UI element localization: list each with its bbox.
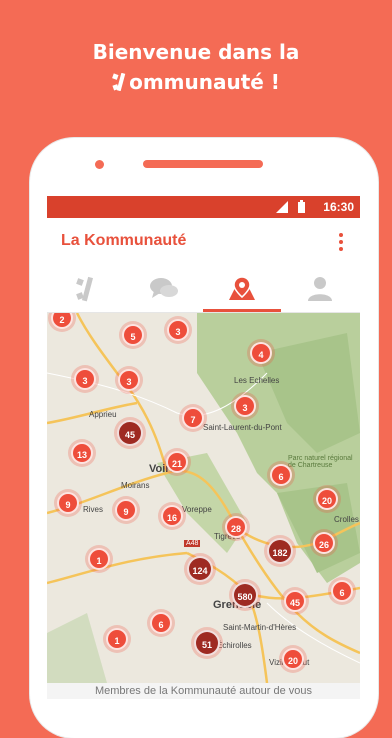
chat-bubbles-icon [150, 278, 178, 298]
map-cluster-marker[interactable]: 16 [161, 505, 183, 527]
map-cluster-marker[interactable]: 5 [122, 324, 144, 346]
place-label: Saint-Laurent-du-Pont [203, 423, 282, 432]
map-cluster-marker[interactable]: 6 [331, 580, 353, 602]
more-vert-icon[interactable] [338, 232, 344, 252]
place-label: Parc naturel régional de Chartreuse [288, 455, 353, 469]
map-cluster-marker[interactable]: 28 [225, 516, 247, 538]
map-pin-icon [229, 276, 255, 300]
place-label: Saint-Martin-d'Hères [223, 623, 297, 632]
status-time: 16:30 [323, 200, 354, 214]
map-cluster-marker[interactable]: 124 [187, 556, 213, 582]
map-cluster-marker[interactable]: 4 [250, 342, 272, 364]
place-label: Crolles [334, 515, 359, 524]
map-cluster-marker[interactable]: 3 [74, 368, 96, 390]
place-label: Moirans [121, 481, 150, 490]
map-cluster-marker[interactable]: 51 [194, 630, 220, 656]
phone-camera [95, 160, 104, 169]
place-label: Rives [83, 505, 104, 514]
map-cluster-marker[interactable]: 6 [270, 464, 292, 486]
map-cluster-marker[interactable]: 9 [115, 499, 137, 521]
app-title: La Kommunauté [61, 232, 187, 249]
place-labels: Les Echelles Saint-Laurent-du-Pont Appri… [47, 313, 360, 683]
map-cluster-marker[interactable]: 1 [88, 548, 110, 570]
tab-messages[interactable] [125, 266, 203, 312]
k-asterisk-icon [76, 276, 94, 302]
map-view[interactable]: Les Echelles Saint-Laurent-du-Pont Appri… [47, 313, 360, 683]
map-cluster-marker[interactable]: 20 [316, 488, 338, 510]
tab-profil[interactable] [281, 266, 359, 312]
welcome-title-line1: Bienvenue dans la [92, 40, 300, 64]
map-cluster-marker[interactable]: 6 [150, 612, 172, 634]
map-cluster-marker[interactable]: 21 [166, 451, 188, 473]
signal-battery-icon [276, 200, 305, 213]
status-bar: 16:30 [47, 196, 360, 218]
tab-bar [47, 266, 360, 313]
map-cluster-marker[interactable]: 1 [106, 628, 128, 650]
map-cluster-marker[interactable]: 20 [282, 648, 304, 670]
map-cluster-marker[interactable]: 13 [71, 442, 93, 464]
phone-screen: 16:30 La Kommunauté Les Echelles Saint-L… [47, 196, 360, 699]
map-cluster-marker[interactable]: 3 [118, 369, 140, 391]
place-label: Voreppe [182, 505, 212, 514]
map-cluster-marker[interactable]: 45 [284, 590, 306, 612]
welcome-title-line2-text: ommunauté ! [129, 70, 280, 94]
tab-carte[interactable] [203, 266, 281, 312]
map-cluster-marker[interactable]: 26 [313, 532, 335, 554]
map-cluster-marker[interactable]: 45 [117, 420, 143, 446]
map-cluster-marker[interactable]: 3 [234, 395, 256, 417]
place-label: Les Echelles [234, 376, 280, 385]
app-bar: La Kommunauté [47, 218, 360, 266]
map-cluster-marker[interactable]: 182 [267, 538, 293, 564]
map-cluster-marker[interactable]: 7 [182, 407, 204, 429]
welcome-title-line2: ommunauté ! [0, 70, 392, 94]
active-tab-indicator [203, 309, 281, 312]
place-label: Échirolles [217, 641, 252, 650]
place-label: Apprieu [89, 410, 117, 419]
road-shield: A48 [184, 540, 201, 547]
map-cluster-marker[interactable]: 580 [232, 582, 258, 608]
tab-communaute[interactable] [47, 266, 125, 312]
k-asterisk-icon [112, 73, 126, 91]
map-cluster-marker[interactable]: 9 [57, 492, 79, 514]
phone-speaker [143, 160, 263, 168]
map-cluster-marker[interactable]: 3 [167, 319, 189, 341]
person-icon [308, 277, 332, 301]
map-caption: Membres de la Kommunauté autour de vous [47, 683, 360, 699]
